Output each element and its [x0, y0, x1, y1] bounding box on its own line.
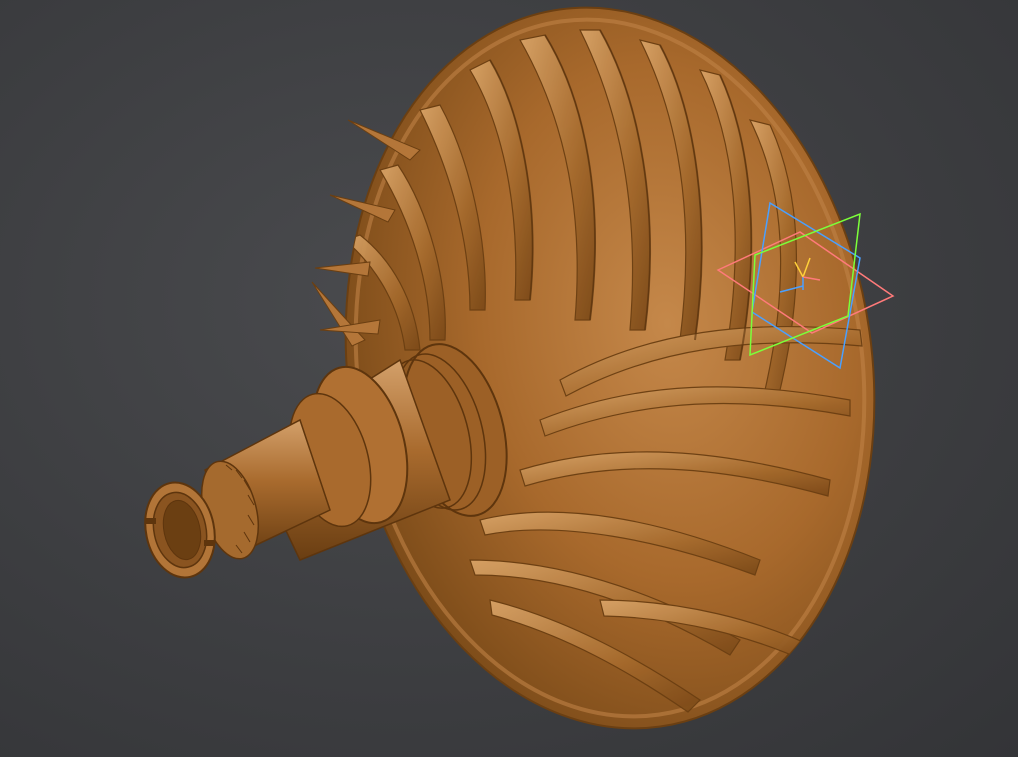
impeller-model-canvas[interactable]: [0, 0, 1018, 757]
3d-viewport[interactable]: [0, 0, 1018, 757]
